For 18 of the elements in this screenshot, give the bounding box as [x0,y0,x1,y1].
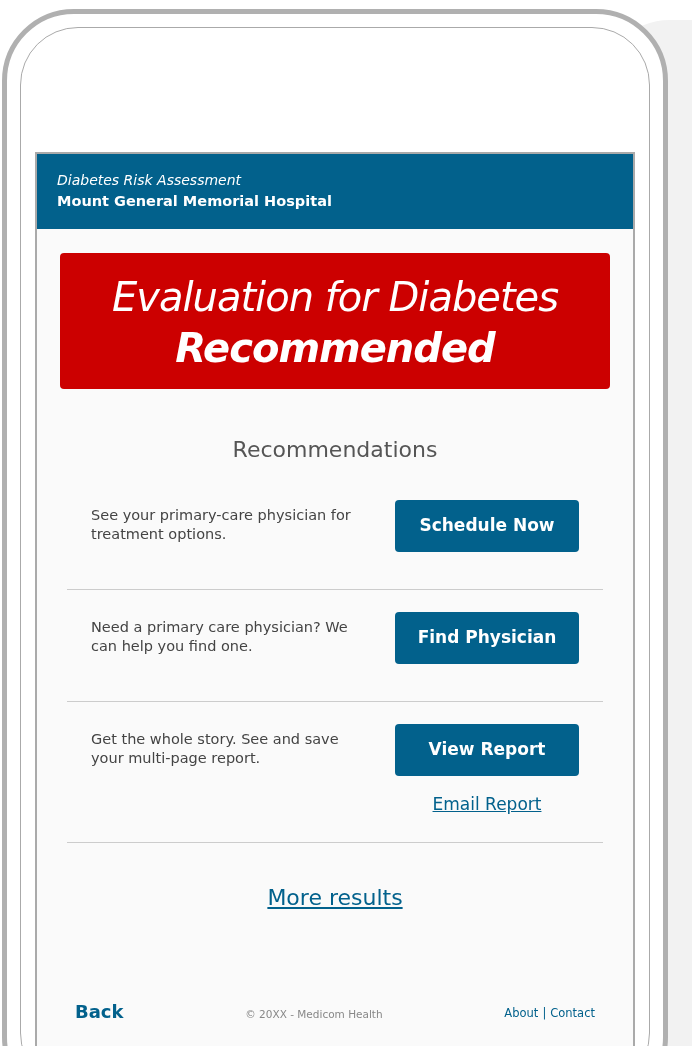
header-title: Mount General Memorial Hospital [57,192,333,211]
result-headline: Recommended [175,324,495,372]
header-subtitle: Diabetes Risk Assessment [57,171,243,190]
action-button[interactable]: Schedule Now [395,500,579,552]
back-link[interactable]: Back [75,997,124,1025]
action-button[interactable]: View Report [395,724,579,776]
section-heading: Recommendations [231,436,439,464]
contact-link[interactable]: Contact [550,1005,595,1023]
copyright-text: © 20XX - Medicom Health [245,1006,383,1022]
result-headline: Evaluation for Diabetes [111,273,559,322]
recommendation-text: See your primary-care physician for treatment options. [91,506,352,544]
link-separator: | [542,1005,547,1023]
recommendation-text: Need a primary care physician? We can help you find one. [91,618,349,656]
more-results-link[interactable]: More results [267,880,403,914]
email-report-link[interactable]: Email Report [432,792,542,818]
action-button[interactable]: Find Physician [395,612,579,664]
about-link[interactable]: About [504,1005,539,1023]
recommendation-text: Get the whole story. See and save your multi-page report. [91,730,340,768]
